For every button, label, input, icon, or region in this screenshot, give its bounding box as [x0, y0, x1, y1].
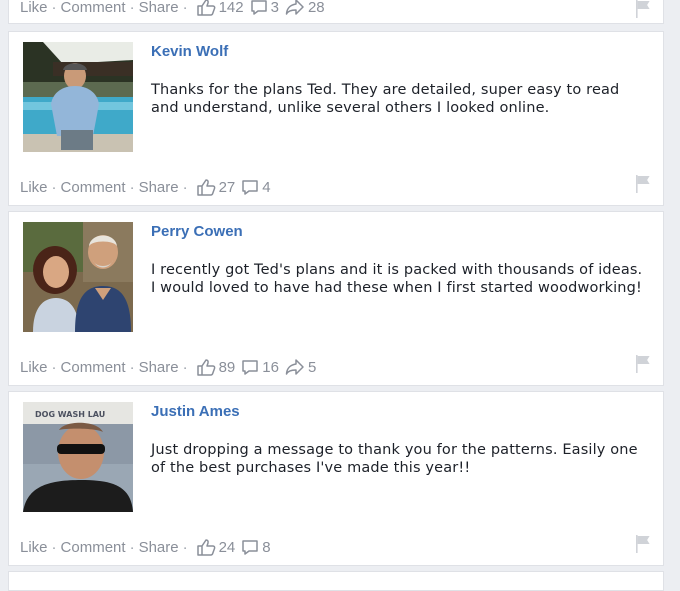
share-arrow-icon — [285, 0, 304, 15]
comment-actions: Like · Comment · Share · 24 8 — [20, 538, 271, 556]
comment-count: 8 — [241, 538, 271, 556]
avatar[interactable] — [23, 42, 133, 152]
speech-bubble-icon — [242, 180, 259, 195]
like-link[interactable]: Like — [20, 539, 48, 556]
author-name[interactable]: Justin Ames — [151, 403, 240, 420]
flag-icon[interactable] — [634, 174, 652, 194]
speech-bubble-icon — [242, 540, 259, 555]
thumbs-up-icon — [196, 359, 216, 376]
avatar[interactable]: DOG WASH LAU — [23, 402, 133, 512]
comment-card: Kevin Wolf Thanks for the plans Ted. The… — [8, 31, 664, 206]
share-link[interactable]: Share — [139, 359, 179, 376]
comment-link[interactable]: Comment — [61, 359, 126, 376]
share-link[interactable]: Share — [139, 539, 179, 556]
comment-text: Thanks for the plans Ted. They are detai… — [151, 82, 620, 116]
share-count: 28 — [285, 0, 325, 16]
share-arrow-icon — [285, 359, 304, 375]
avatar[interactable] — [23, 222, 133, 332]
comment-link[interactable]: Comment — [61, 179, 126, 196]
thumbs-up-icon — [196, 539, 216, 556]
comment-card: Perry Cowen I recently got Ted's plans a… — [8, 211, 664, 386]
comment-text: I recently got Ted's plans and it is pac… — [151, 262, 643, 296]
comment-actions: Like · Comment · Share · 142 3 28 — [20, 0, 325, 16]
flag-icon[interactable] — [634, 534, 652, 554]
like-count: 89 — [196, 358, 235, 376]
comment-actions: Like · Comment · Share · 89 16 5 — [20, 358, 317, 376]
comment-link[interactable]: Comment — [61, 0, 126, 16]
flag-icon[interactable] — [634, 354, 652, 374]
comment-text: Just dropping a message to thank you for… — [151, 442, 638, 476]
comment-card: DOG WASH LAU Justin Ames Just dropping a… — [8, 391, 664, 566]
share-link[interactable]: Share — [139, 179, 179, 196]
comment-link[interactable]: Comment — [61, 539, 126, 556]
comment-card-next — [8, 571, 664, 591]
like-count: 27 — [196, 178, 235, 196]
comment-count: 4 — [241, 178, 271, 196]
speech-bubble-icon — [250, 0, 267, 15]
author-name[interactable]: Kevin Wolf — [151, 43, 228, 60]
like-count: 24 — [196, 538, 235, 556]
like-link[interactable]: Like — [20, 359, 48, 376]
comment-card-previous: Like · Comment · Share · 142 3 28 — [8, 0, 664, 24]
speech-bubble-icon — [242, 360, 259, 375]
comment-count: 3 — [250, 0, 279, 16]
like-link[interactable]: Like — [20, 0, 48, 16]
comment-actions: Like · Comment · Share · 27 4 — [20, 178, 271, 196]
sign-text: DOG WASH LAU — [35, 410, 105, 419]
comment-count: 16 — [241, 358, 279, 376]
thumbs-up-icon — [196, 179, 216, 196]
flag-icon[interactable] — [634, 0, 652, 19]
author-name[interactable]: Perry Cowen — [151, 223, 243, 240]
share-count: 5 — [285, 358, 316, 376]
like-count: 142 — [196, 0, 244, 16]
like-link[interactable]: Like — [20, 179, 48, 196]
thumbs-up-icon — [196, 0, 216, 16]
share-link[interactable]: Share — [139, 0, 179, 16]
